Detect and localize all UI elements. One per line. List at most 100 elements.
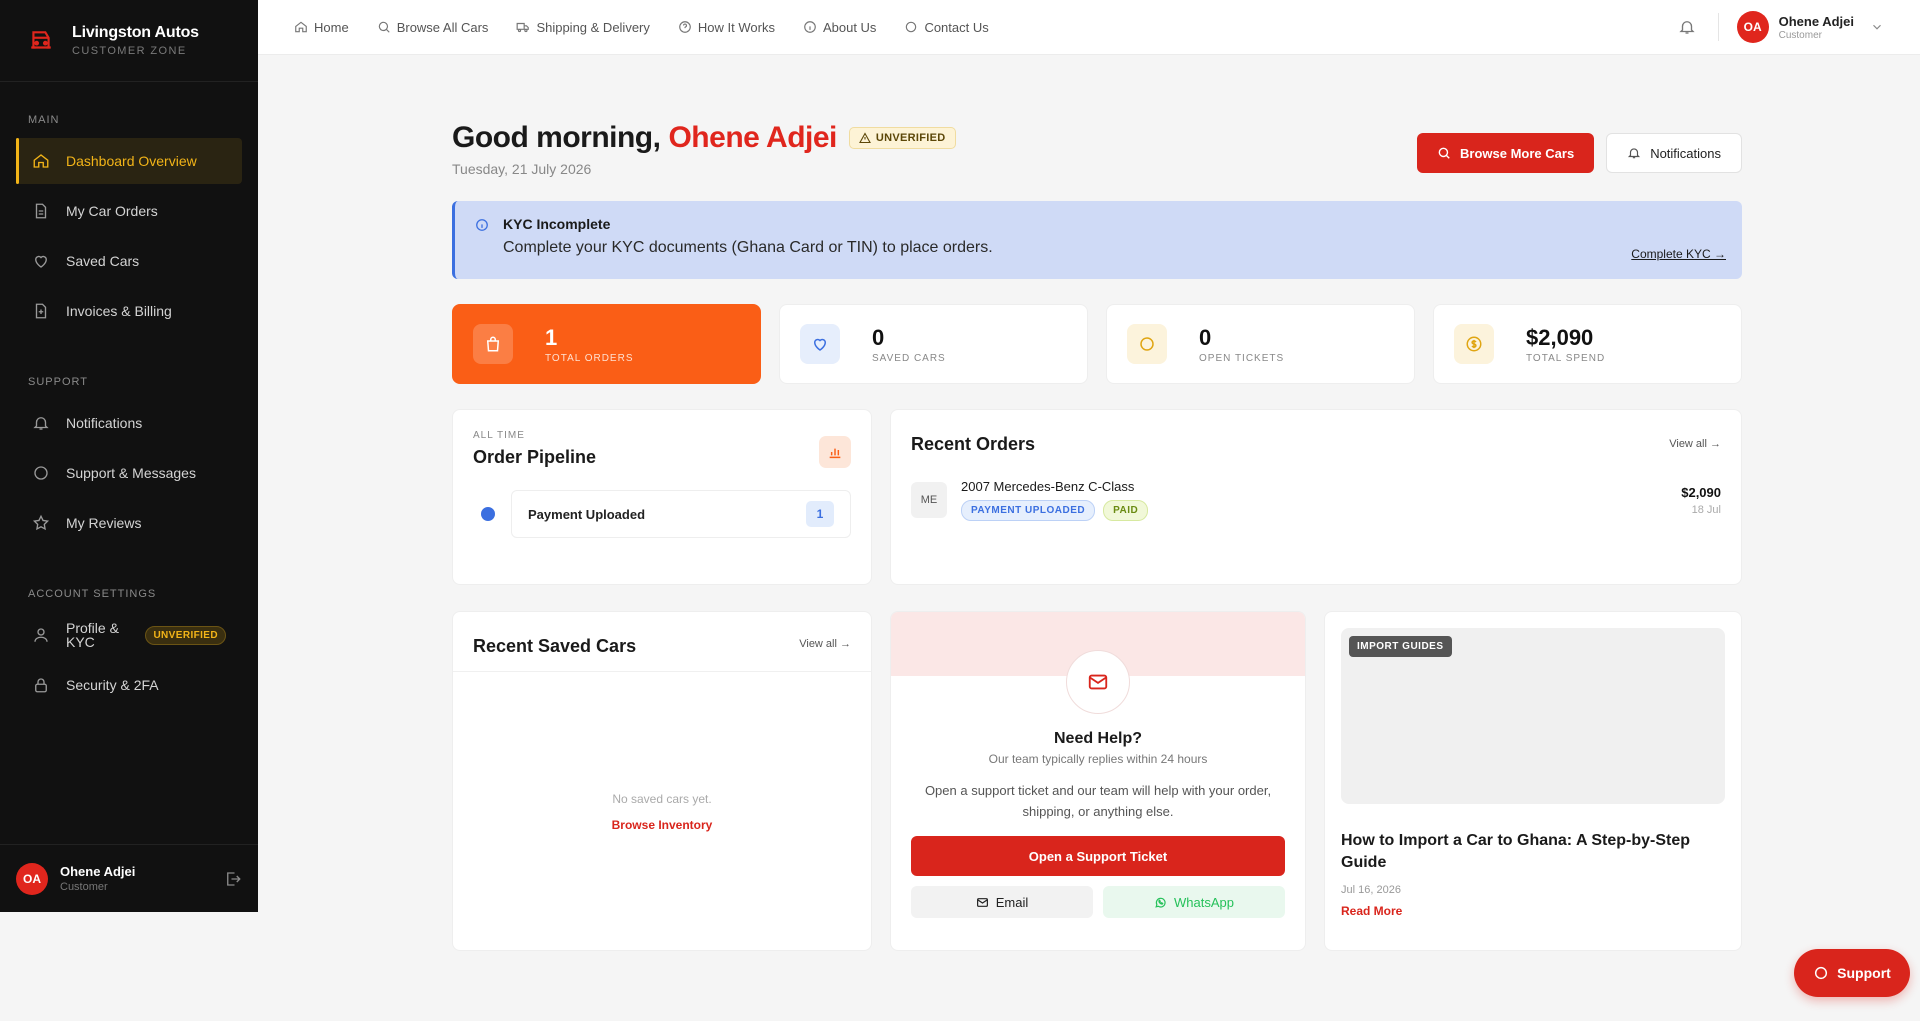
document-icon <box>32 202 50 220</box>
sidebar-item-car-orders[interactable]: My Car Orders <box>16 188 242 234</box>
nav-link-label: Browse All Cars <box>396 19 489 35</box>
sidebar-item-label: Invoices & Billing <box>66 303 172 319</box>
order-date: 18 Jul <box>1691 503 1721 516</box>
sidebar-item-profile-kyc[interactable]: Profile & KYC UNVERIFIED <box>16 612 242 658</box>
stat-saved-cars[interactable]: 0 SAVED CARS <box>779 304 1088 384</box>
mail-icon <box>976 897 988 907</box>
payment-status-badge: PAID <box>1103 500 1149 521</box>
avatar[interactable]: OA <box>1736 11 1769 43</box>
user-menu[interactable]: Ohene Adjei Customer <box>1779 14 1854 41</box>
email-button[interactable]: Email <box>911 886 1093 918</box>
info-icon <box>475 218 489 232</box>
bag-icon <box>473 324 513 364</box>
sidebar-item-dashboard[interactable]: Dashboard Overview <box>16 138 242 184</box>
bell-icon[interactable] <box>1678 18 1696 36</box>
kyc-title: KYC Incomplete <box>503 216 611 232</box>
sidebar-item-label: My Car Orders <box>66 203 158 219</box>
open-support-ticket-button[interactable]: Open a Support Ticket <box>911 836 1285 876</box>
user-icon <box>32 626 50 644</box>
whatsapp-icon <box>1155 897 1166 908</box>
top-navbar: Home Browse All Cars Shipping & Delivery… <box>258 0 1920 55</box>
help-description: Open a support ticket and our team will … <box>924 783 1272 819</box>
sidebar-item-support[interactable]: Support & Messages <box>16 450 242 496</box>
pipeline-row: Payment Uploaded 1 <box>473 490 851 538</box>
status-badge: UNVERIFIED <box>848 127 956 149</box>
sidebar-item-security[interactable]: Security & 2FA <box>16 662 242 708</box>
nav-section-account: ACCOUNT SETTINGS <box>28 588 157 600</box>
brand-name: Livingston Autos <box>72 24 199 41</box>
truck-icon <box>516 20 530 34</box>
import-guide-card[interactable]: IMPORT GUIDES How to Import a Car to Gha… <box>1324 611 1742 951</box>
car-logo-icon <box>28 28 54 54</box>
pipeline-stage[interactable]: Payment Uploaded 1 <box>511 490 851 538</box>
sidebar-item-reviews[interactable]: My Reviews <box>16 500 242 546</box>
stat-value: 0 <box>872 324 885 350</box>
nav-link-about[interactable]: About Us <box>803 20 876 35</box>
kyc-message: Complete your KYC documents (Ghana Card … <box>503 239 993 256</box>
saved-cars-header: Recent Saved Cars View all → <box>453 612 871 672</box>
guide-title[interactable]: How to Import a Car to Ghana: A Step-by-… <box>1341 830 1725 874</box>
star-icon <box>32 514 50 532</box>
whatsapp-button[interactable]: WhatsApp <box>1103 886 1285 918</box>
sidebar-item-label: Profile & KYC <box>66 620 119 650</box>
brand[interactable]: Livingston Autos CUSTOMER ZONE <box>0 0 258 82</box>
stat-label: TOTAL SPEND <box>1526 352 1606 364</box>
search-icon <box>1438 147 1450 159</box>
sidebar-item-saved-cars[interactable]: Saved Cars <box>16 238 242 284</box>
nav-link-label: How It Works <box>697 19 775 35</box>
view-all-orders-link[interactable]: View all → <box>1669 438 1721 450</box>
sidebar-item-invoices[interactable]: Invoices & Billing <box>16 288 242 334</box>
status-dot <box>481 507 495 521</box>
sidebar-item-label: Saved Cars <box>66 253 140 269</box>
stat-total-orders[interactable]: 1 TOTAL ORDERS <box>452 304 761 384</box>
sidebar-item-label: Dashboard Overview <box>66 153 197 169</box>
browse-more-cars-button[interactable]: Browse More Cars <box>1417 133 1595 173</box>
stat-label: TOTAL ORDERS <box>545 352 634 364</box>
nav-link-label: About Us <box>822 19 877 35</box>
dollar-icon <box>1454 324 1494 364</box>
guide-image: IMPORT GUIDES <box>1341 628 1725 804</box>
greeting-row: Good morning, Ohene Adjei UNVERIFIED Tue… <box>452 121 1742 177</box>
read-more-link[interactable]: Read More <box>1341 904 1725 918</box>
help-subtitle: Our team typically replies within 24 hou… <box>988 752 1208 766</box>
button-label: WhatsApp <box>1174 894 1234 910</box>
sidebar-user: OA Ohene Adjei Customer <box>0 844 258 912</box>
chat-icon <box>1127 324 1167 364</box>
page-title: Good morning, Ohene Adjei UNVERIFIED <box>452 121 956 155</box>
support-chat-button[interactable]: Support <box>1794 949 1910 997</box>
need-help-card: Need Help? Our team typically replies wi… <box>890 611 1306 951</box>
notifications-button[interactable]: Notifications <box>1606 133 1742 173</box>
stat-open-tickets[interactable]: 0 OPEN TICKETS <box>1106 304 1415 384</box>
complete-kyc-link[interactable]: Complete KYC → <box>1631 247 1726 261</box>
table-row[interactable]: ME 2007 Mercedes-Benz C-Class PAYMENT UP… <box>911 479 1721 521</box>
sidebar-item-notifications[interactable]: Notifications <box>16 400 242 446</box>
row-pipeline-orders: ALL TIME Order Pipeline Payment Uploaded… <box>452 409 1742 585</box>
chevron-down-icon[interactable] <box>1870 20 1884 34</box>
top-user-role: Customer <box>1778 29 1822 41</box>
contact-options: Email WhatsApp <box>911 886 1285 918</box>
sidebar: Livingston Autos CUSTOMER ZONE MAIN Dash… <box>0 0 258 912</box>
order-price: $2,090 <box>1681 484 1721 500</box>
chat-icon <box>32 464 50 482</box>
nav-link-home[interactable]: Home <box>294 20 349 35</box>
invoice-icon <box>32 302 50 320</box>
nav-link-shipping[interactable]: Shipping & Delivery <box>516 20 650 35</box>
nav-link-how-it-works[interactable]: How It Works <box>678 20 775 35</box>
stat-total-spend[interactable]: $2,090 TOTAL SPEND <box>1433 304 1742 384</box>
top-user-area: OA Ohene Adjei Customer <box>1678 11 1884 43</box>
avatar[interactable]: OA <box>16 862 48 895</box>
saved-cars-title: Recent Saved Cars <box>473 636 637 656</box>
nav-link-contact[interactable]: Contact Us <box>904 20 989 35</box>
logout-icon[interactable] <box>224 870 242 888</box>
empty-state-text: No saved cars yet. <box>612 792 712 806</box>
stat-value: 1 <box>545 324 558 350</box>
mail-icon <box>1066 650 1130 714</box>
browse-inventory-link[interactable]: Browse Inventory <box>453 818 871 832</box>
stat-value: $2,090 <box>1526 324 1594 350</box>
view-all-saved-link[interactable]: View all → <box>799 638 851 650</box>
warning-icon <box>858 132 871 144</box>
sidebar-item-label: Support & Messages <box>66 465 196 481</box>
nav-link-browse-cars[interactable]: Browse All Cars <box>377 19 489 35</box>
bell-icon <box>32 414 50 432</box>
sidebar-user-role: Customer <box>60 881 108 893</box>
